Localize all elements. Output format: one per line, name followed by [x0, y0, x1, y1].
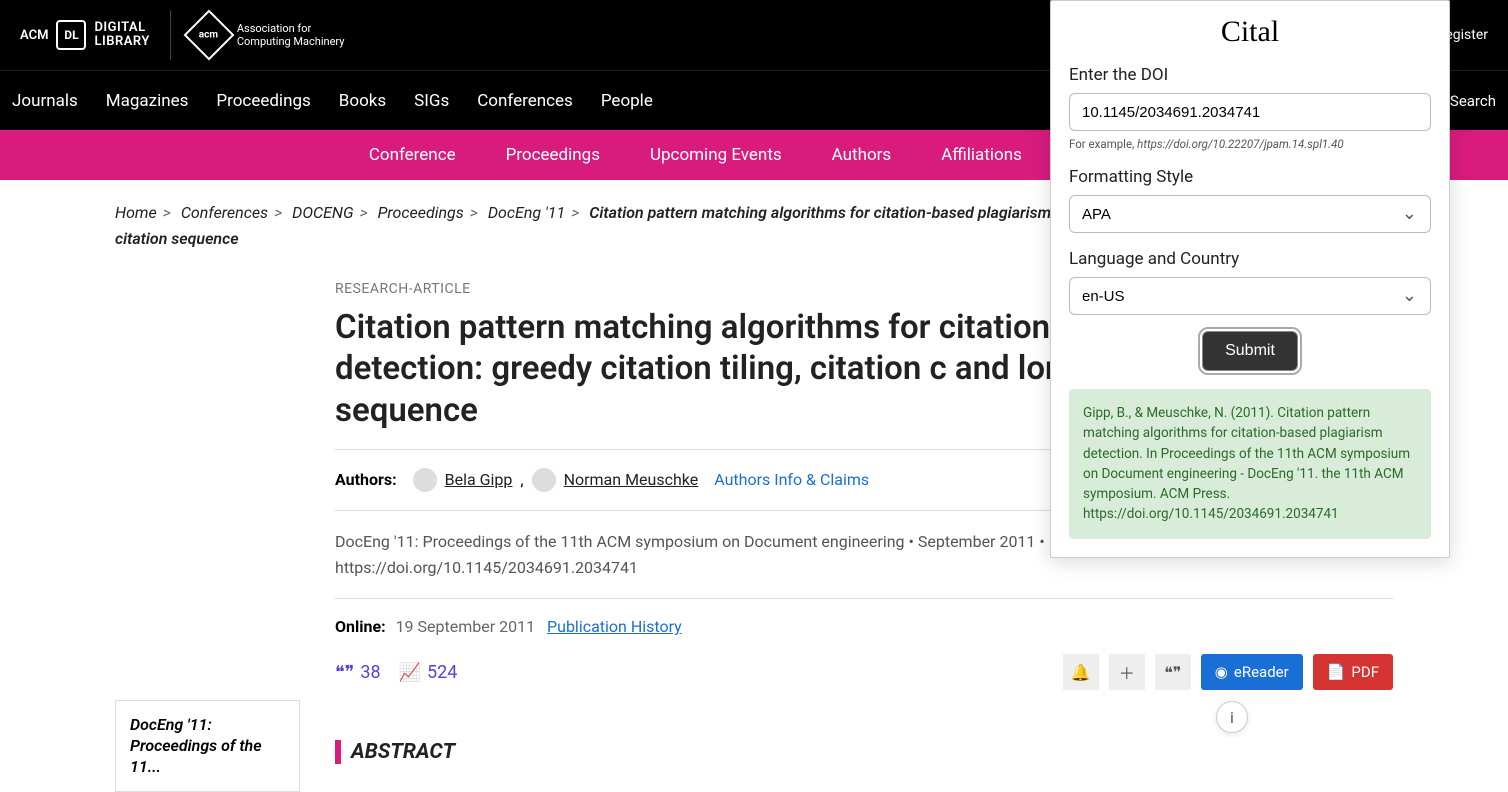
nav-conferences[interactable]: Conferences [477, 91, 573, 111]
citation-result: Gipp, B., & Meuschke, N. (2011). Citatio… [1069, 389, 1431, 539]
doi-hint: For example, https://doi.org/10.22207/jp… [1069, 137, 1431, 151]
citations-metric[interactable]: ❝❞ 38 [335, 662, 381, 683]
pink-proceedings[interactable]: Proceedings [506, 145, 600, 165]
author-link[interactable]: Bela Gipp [445, 470, 513, 489]
lang-select[interactable] [1069, 277, 1431, 315]
avatar [413, 468, 437, 492]
format-label: Formatting Style [1069, 167, 1431, 187]
lang-label: Language and Country [1069, 249, 1431, 269]
pdf-button[interactable]: 📄 PDF [1313, 654, 1393, 690]
format-select[interactable] [1069, 195, 1431, 233]
acm-badge-icon: acm [183, 10, 234, 61]
bc-conferences[interactable]: Conferences [181, 203, 268, 222]
online-label: Online: [335, 617, 386, 636]
publication-history-link[interactable]: Publication History [547, 617, 682, 636]
abstract-heading: ABSTRACT [335, 740, 455, 764]
quote-icon: ❝❞ [335, 662, 354, 683]
doi-label: Enter the DOI [1069, 65, 1431, 85]
authors-label: Authors: [335, 470, 397, 489]
format-field: Formatting Style [1069, 167, 1431, 233]
acm-logo[interactable]: acm Association for Computing Machinery [191, 17, 345, 53]
dl-logo[interactable]: ACM DL DIGITAL LIBRARY [20, 20, 150, 50]
plus-icon: ＋ [1119, 660, 1135, 684]
cite-button[interactable]: ❝❞ [1155, 654, 1191, 690]
divider [170, 10, 171, 60]
abstract-section: ABSTRACT [335, 740, 1393, 764]
online-row: Online: 19 September 2011 Publication Hi… [335, 617, 1393, 636]
pdf-icon: 📄 [1327, 663, 1346, 681]
header-right: egister [1445, 27, 1488, 43]
register-link[interactable]: egister [1445, 27, 1488, 43]
submit-button[interactable]: Submit [1202, 331, 1298, 371]
actions: 🔔 ＋ ❝❞ ◉ eReader 📄 PDF [1063, 654, 1393, 690]
doi-field: Enter the DOI For example, https://doi.o… [1069, 65, 1431, 151]
authors-info-link[interactable]: Authors Info & Claims [714, 470, 869, 489]
nav-proceedings[interactable]: Proceedings [216, 91, 310, 111]
bc-home[interactable]: Home [115, 203, 157, 222]
downloads-metric[interactable]: 📈 524 [399, 662, 458, 683]
ereader-button[interactable]: ◉ eReader [1201, 654, 1303, 690]
nav-sigs[interactable]: SIGs [414, 91, 449, 111]
pink-affiliations[interactable]: Affiliations [941, 145, 1022, 165]
info-icon: i [1230, 708, 1234, 727]
bc-current-cont: citation sequence [115, 229, 239, 248]
avatar [532, 468, 556, 492]
dl-logo-text: DIGITAL LIBRARY [94, 21, 149, 50]
pink-authors[interactable]: Authors [832, 145, 892, 165]
ereader-icon: ◉ [1215, 663, 1228, 681]
side-panel[interactable]: DocEng '11: Proceedings of the 11... [115, 700, 300, 792]
bc-doceng11[interactable]: DocEng '11 [488, 203, 565, 222]
alert-button[interactable]: 🔔 [1063, 654, 1099, 690]
cital-panel: Cital Enter the DOI For example, https:/… [1050, 0, 1450, 558]
acm-logo-text: Association for Computing Machinery [237, 22, 345, 48]
dl-icon: DL [56, 20, 86, 50]
bc-doceng[interactable]: DOCENG [292, 203, 353, 222]
bell-icon: 🔔 [1071, 663, 1091, 682]
doi-input[interactable] [1069, 93, 1431, 131]
logo-area: ACM DL DIGITAL LIBRARY acm Association f… [20, 10, 344, 60]
metrics-row: ❝❞ 38 📈 524 🔔 ＋ ❝❞ ◉ eReader 📄 PDF [335, 654, 1393, 690]
online-date: 19 September 2011 [396, 617, 536, 636]
cital-title: Cital [1069, 15, 1431, 49]
info-badge[interactable]: i [1216, 701, 1248, 733]
pink-upcoming[interactable]: Upcoming Events [650, 145, 782, 165]
trend-icon: 📈 [399, 662, 421, 683]
nav-people[interactable]: People [601, 91, 653, 111]
nav-books[interactable]: Books [339, 91, 386, 111]
bc-proceedings[interactable]: Proceedings [378, 203, 464, 222]
divider [335, 598, 1393, 599]
pink-conference[interactable]: Conference [369, 145, 456, 165]
save-button[interactable]: ＋ [1109, 654, 1145, 690]
nav-journals[interactable]: Journals [12, 91, 78, 111]
lang-field: Language and Country [1069, 249, 1431, 315]
quote-icon: ❝❞ [1164, 663, 1181, 682]
author-link[interactable]: Norman Meuschke [564, 470, 699, 489]
nav-magazines[interactable]: Magazines [106, 91, 189, 111]
